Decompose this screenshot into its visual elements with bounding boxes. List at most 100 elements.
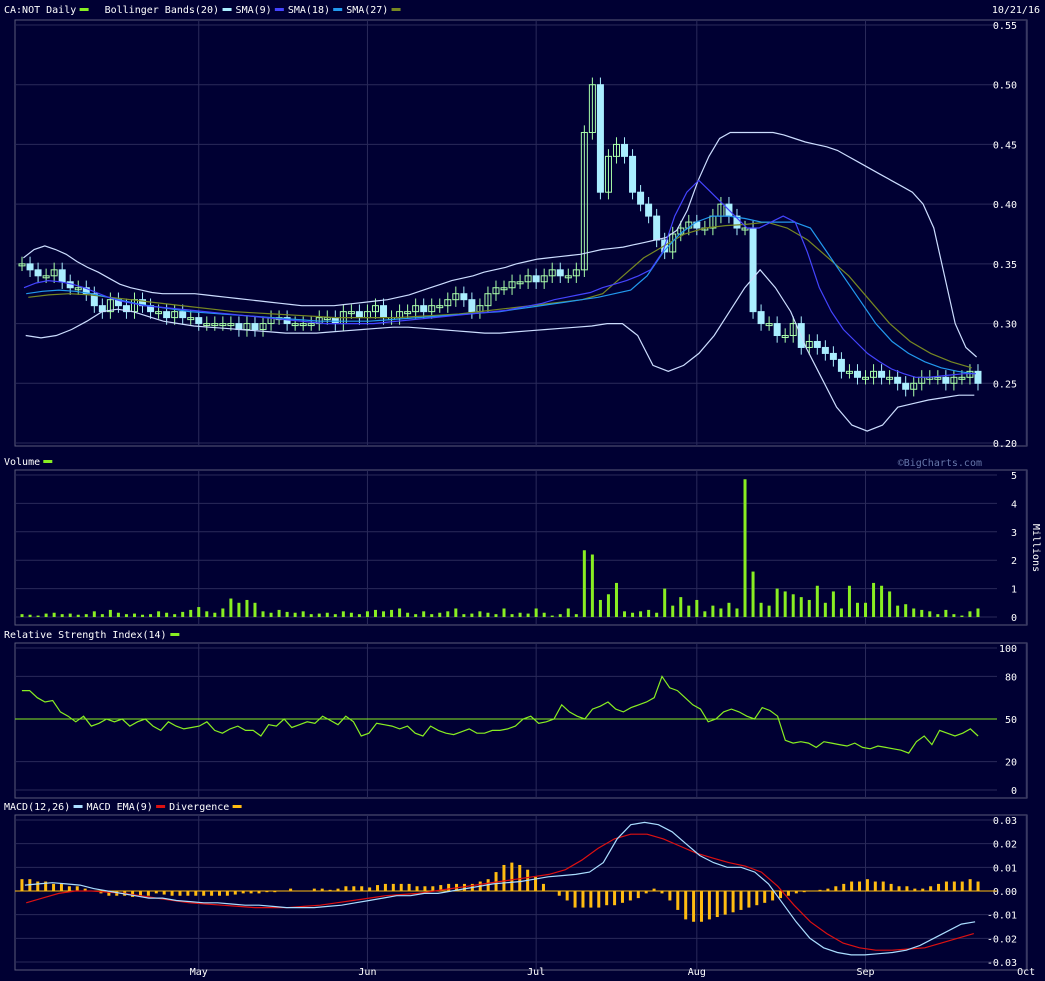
legend-label: MACD(12,26) — [4, 802, 70, 813]
volume-bar — [486, 612, 490, 617]
volume-bar — [157, 611, 161, 617]
divergence-bar — [557, 891, 561, 896]
legend-swatch — [73, 805, 83, 808]
divergence-bar — [731, 891, 735, 913]
legend-label: Volume — [4, 457, 40, 468]
volume-bar — [205, 611, 209, 617]
divergence-bar — [336, 888, 340, 891]
divergence-bar — [937, 883, 941, 891]
volume-bar — [815, 585, 819, 617]
y-tick-label: 0.40 — [993, 200, 1017, 211]
x-tick-label: Jul — [527, 967, 545, 978]
divergence-bar — [146, 891, 150, 896]
y-tick-label: 100 — [999, 644, 1017, 655]
volume-bar — [864, 602, 868, 617]
volume-bar — [976, 608, 980, 617]
divergence-bar — [233, 891, 237, 895]
legend-swatch — [391, 8, 401, 11]
divergence-bar — [217, 891, 221, 896]
volume-bar — [872, 582, 876, 617]
y-tick-label: 0.35 — [993, 260, 1017, 271]
volume-bar — [52, 612, 56, 617]
divergence-bar — [75, 886, 79, 891]
divergence-bar — [747, 891, 751, 908]
divergence-bar — [873, 881, 877, 891]
volume-bar — [968, 611, 972, 617]
volume-bar — [807, 599, 811, 617]
divergence-bar — [415, 886, 419, 891]
divergence-bar — [225, 891, 229, 896]
legend-label: CA:NOT Daily — [4, 5, 76, 16]
volume-bar — [558, 614, 562, 617]
y-tick-label: 0.50 — [993, 81, 1017, 92]
divergence-bar — [913, 888, 917, 891]
candle-body — [34, 269, 42, 277]
volume-bar — [896, 605, 900, 617]
candle-body — [163, 311, 171, 319]
volume-bar — [333, 614, 337, 617]
volume-bar — [390, 609, 394, 617]
divergence-bar — [842, 883, 846, 891]
divergence-bar — [810, 891, 814, 892]
divergence-bar — [178, 891, 182, 896]
divergence-bar — [383, 883, 387, 891]
volume-bar — [213, 612, 217, 617]
divergence-bar — [399, 883, 403, 891]
volume-bar — [132, 613, 136, 617]
volume-bar — [679, 597, 683, 617]
volume-bar — [767, 605, 771, 617]
divergence-bar — [320, 888, 324, 891]
divergence-bar — [210, 891, 214, 896]
divergence-bar — [897, 886, 901, 891]
x-tick-label: Oct — [1017, 967, 1035, 978]
divergence-bar — [202, 891, 206, 896]
divergence-bar — [668, 891, 672, 901]
volume-bar — [301, 611, 305, 617]
divergence-bar — [376, 885, 380, 891]
volume-bar — [36, 615, 40, 617]
y-tick-label: 0.55 — [993, 21, 1017, 32]
divergence-bar — [304, 891, 308, 892]
volume-bar — [221, 608, 225, 617]
candle-body — [749, 227, 757, 313]
volume-bar — [639, 611, 643, 617]
volume-bar — [285, 611, 289, 617]
divergence-bar — [850, 881, 854, 891]
divergence-bar — [154, 891, 158, 894]
volume-bar — [799, 597, 803, 617]
volume-bar — [349, 612, 353, 617]
divergence-bar — [344, 886, 348, 891]
y-tick-label: 0.02 — [993, 840, 1017, 851]
volume-bar — [92, 611, 96, 617]
volume-bar — [623, 611, 627, 617]
candle-body — [380, 305, 388, 319]
volume-bar — [20, 614, 24, 617]
volume-bar — [550, 615, 554, 617]
volume-bar — [502, 608, 506, 617]
volume-bar — [952, 614, 956, 617]
divergence-bar — [510, 862, 514, 891]
volume-bar — [631, 612, 635, 617]
divergence-bar — [620, 891, 624, 903]
candle-body — [837, 358, 845, 372]
volume-bar — [261, 611, 265, 617]
divergence-bar — [636, 891, 640, 899]
volume-bar — [566, 608, 570, 617]
y-tick-label: -0.03 — [987, 958, 1017, 969]
volume-bar — [904, 604, 908, 617]
candle-body — [235, 323, 243, 331]
divergence-bar — [289, 888, 293, 891]
divergence-bar — [889, 883, 893, 891]
volume-bar — [847, 585, 851, 617]
legend-swatch — [43, 460, 53, 463]
y-tick-label: 4 — [1011, 499, 1017, 510]
divergence-bar — [194, 891, 198, 896]
volume-bar — [76, 614, 80, 617]
candle-body — [829, 352, 837, 360]
y-tick-label: -0.02 — [987, 934, 1017, 945]
divergence-bar — [328, 889, 332, 891]
candle-body — [179, 311, 187, 319]
volume-bar — [518, 612, 522, 617]
divergence-bar — [407, 883, 411, 891]
volume-bar — [317, 613, 321, 617]
